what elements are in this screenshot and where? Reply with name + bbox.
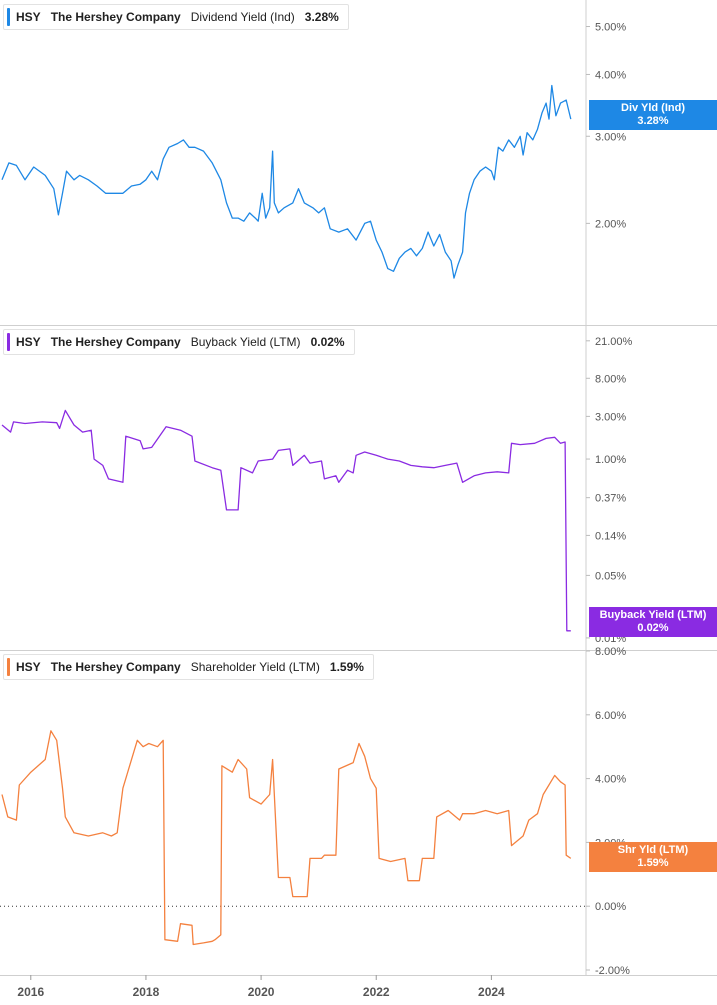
legend-buyback: HSY The Hershey Company Buyback Yield (L…	[3, 329, 355, 355]
y-tick-label: 1.00%	[595, 454, 626, 466]
y-tick-label: 0.05%	[595, 570, 626, 582]
x-tick-label: 2018	[133, 985, 160, 999]
badge-value: 3.28%	[637, 115, 669, 127]
x-tick-label: 2022	[363, 985, 390, 999]
series-line	[1, 730, 572, 946]
series-line	[1, 84, 572, 279]
y-tick-label: 0.37%	[595, 493, 626, 505]
y-tick-label: 3.00%	[595, 411, 626, 423]
legend-shareholder: HSY The Hershey Company Shareholder Yiel…	[3, 654, 374, 680]
legend-ticker: HSY	[16, 10, 41, 24]
legend-metric: Buyback Yield (LTM)	[190, 335, 301, 349]
badge-label: Shr Yld (LTM)	[617, 844, 689, 856]
y-tick-label: 5.00%	[595, 22, 626, 34]
y-tick-label: 6.00%	[595, 710, 626, 722]
y-tick-label: -2.00%	[595, 965, 630, 977]
series-line	[1, 409, 571, 632]
y-tick-label: 2.00%	[595, 218, 626, 230]
x-tick-label: 2020	[248, 985, 275, 999]
y-tick-label: 3.00%	[595, 131, 626, 143]
y-tick-label: 8.00%	[595, 373, 626, 385]
legend-metric: Shareholder Yield (LTM)	[190, 660, 320, 674]
badge-dividend: Div Yld (Ind) 3.28%	[589, 100, 717, 130]
legend-company: The Hershey Company	[50, 10, 181, 24]
badge-label: Div Yld (Ind)	[621, 102, 685, 114]
legend-company: The Hershey Company	[50, 335, 181, 349]
series-swatch-icon	[7, 333, 10, 351]
series-swatch-icon	[7, 8, 10, 26]
legend-ticker: HSY	[16, 335, 41, 349]
legend-value: 3.28%	[304, 10, 339, 24]
legend-company: The Hershey Company	[50, 660, 181, 674]
legend-ticker: HSY	[16, 660, 41, 674]
y-tick-label: 21.00%	[595, 336, 633, 348]
legend-value: 0.02%	[310, 335, 345, 349]
badge-value: 0.02%	[637, 622, 669, 634]
y-tick-label: 0.14%	[595, 530, 626, 542]
badge-buyback: Buyback Yield (LTM) 0.02%	[589, 607, 717, 637]
y-tick-label: 0.00%	[595, 901, 626, 913]
legend-dividend: HSY The Hershey Company Dividend Yield (…	[3, 4, 349, 30]
badge-value: 1.59%	[637, 857, 669, 869]
x-tick-label: 2024	[478, 985, 505, 999]
badge-shareholder: Shr Yld (LTM) 1.59%	[589, 842, 717, 872]
series-swatch-icon	[7, 658, 10, 676]
y-tick-label: 4.00%	[595, 69, 626, 81]
y-tick-label: 4.00%	[595, 774, 626, 786]
y-tick-label: 8.00%	[595, 646, 626, 658]
legend-metric: Dividend Yield (Ind)	[190, 10, 295, 24]
legend-value: 1.59%	[329, 660, 364, 674]
x-tick-label: 2016	[17, 985, 44, 999]
badge-label: Buyback Yield (LTM)	[599, 609, 707, 621]
